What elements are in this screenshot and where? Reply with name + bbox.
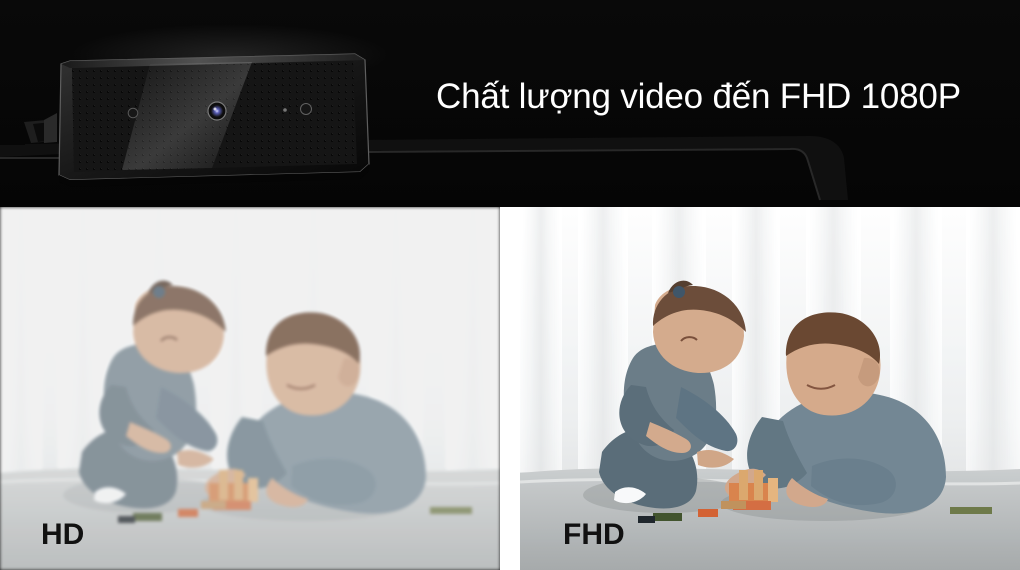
children-playing-photo <box>0 207 500 570</box>
children-playing-photo-sharp <box>520 207 1020 570</box>
camera-lens-icon <box>207 101 227 121</box>
webcam-device-icon <box>0 53 848 201</box>
hd-quality-label: HD <box>41 518 85 551</box>
fhd-quality-label: FHD <box>563 518 625 551</box>
video-quality-headline: Chất lượng video đến FHD 1080P <box>436 77 961 116</box>
fhd-comparison-panel: FHD <box>520 207 1020 570</box>
hd-comparison-panel: HD <box>0 207 500 570</box>
comparison-divider <box>500 207 520 570</box>
product-feature-page: Chất lượng video đến FHD 1080P HD FHD <box>0 0 1020 570</box>
video-quality-banner: Chất lượng video đến FHD 1080P <box>0 0 1020 207</box>
